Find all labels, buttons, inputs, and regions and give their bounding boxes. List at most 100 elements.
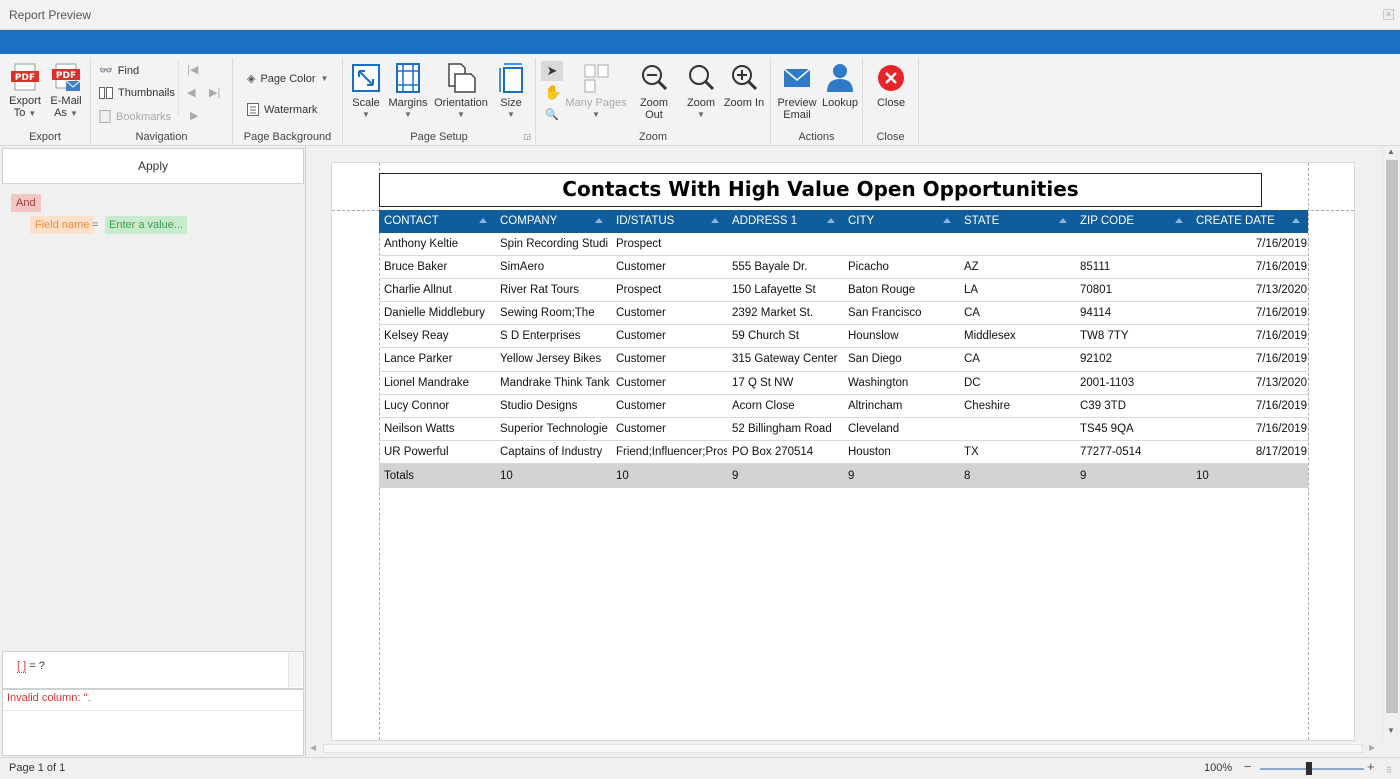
cell-city: Houston xyxy=(848,445,891,458)
many-pages-label: Many Pages xyxy=(565,97,627,109)
sort-arrow-icon[interactable] xyxy=(479,218,487,223)
sort-arrow-icon[interactable] xyxy=(595,218,603,223)
column-header-create-date[interactable]: CREATE DATE xyxy=(1191,210,1308,233)
cell-zip-code: 70801 xyxy=(1080,284,1112,297)
cell-zip-code xyxy=(1075,233,1191,255)
cell-contact: Lance Parker xyxy=(384,353,453,366)
chevron-down-icon: ▼ xyxy=(592,110,600,119)
column-header-label: CREATE DATE xyxy=(1196,215,1275,227)
preview-email-button[interactable]: Preview Email xyxy=(775,62,819,121)
totals-row: Totals 10 10 9 9 8 9 10 xyxy=(379,463,1308,488)
many-pages-button[interactable]: Many Pages ▼ xyxy=(565,62,627,121)
chevron-down-icon: ▼ xyxy=(404,110,412,119)
horizontal-scrollbar[interactable]: ◀ ▶ xyxy=(307,741,1382,756)
filter-expression: [ ] = ? xyxy=(17,660,45,673)
column-header-city[interactable]: CITY xyxy=(843,210,959,233)
close-button[interactable]: Close xyxy=(871,62,911,109)
group-operator-token[interactable]: And xyxy=(11,194,41,212)
sort-arrow-icon[interactable] xyxy=(827,218,835,223)
thumbnails-button[interactable]: Thumbnails xyxy=(99,87,175,99)
column-header-state[interactable]: STATE xyxy=(959,210,1075,233)
cell-company: Mandrake Think Tank xyxy=(500,376,610,389)
totals-cell-contact: Totals xyxy=(384,469,415,482)
lookup-button[interactable]: Lookup xyxy=(821,62,859,109)
cell-address: 2392 Market St. xyxy=(732,307,814,320)
find-button[interactable]: 👓 Find xyxy=(99,64,139,78)
next-page-icon[interactable]: ▶ xyxy=(190,109,198,122)
field-name-token[interactable]: Field name xyxy=(30,216,95,234)
zoom-in-button[interactable]: Zoom In xyxy=(723,62,765,109)
page-color-button[interactable]: ◈ Page Color ▼ xyxy=(247,72,328,86)
svg-text:PDF: PDF xyxy=(56,71,76,81)
email-as-button[interactable]: PDF E-Mail As ▼ xyxy=(48,62,84,120)
sort-arrow-icon[interactable] xyxy=(1059,218,1067,223)
value-token[interactable]: Enter a value... xyxy=(105,216,187,234)
close-group: Close Close xyxy=(863,58,919,144)
vertical-scrollbar[interactable]: ▲ ▼ xyxy=(1382,146,1400,741)
sort-arrow-icon[interactable] xyxy=(711,218,719,223)
navigation-group-caption: Navigation xyxy=(135,131,188,143)
window-close-icon[interactable]: × xyxy=(1383,9,1394,20)
apply-button[interactable]: Apply xyxy=(2,148,304,184)
scroll-thumb[interactable] xyxy=(323,744,1363,753)
chevron-down-icon: ▼ xyxy=(507,110,515,119)
chevron-down-icon: ▼ xyxy=(69,109,78,118)
totals-cell-create-date: 10 xyxy=(1196,469,1209,482)
cell-company: River Rat Tours xyxy=(500,284,580,297)
resize-grip-icon[interactable]: ⠿ xyxy=(1386,766,1392,775)
previous-page-icon[interactable]: ◀ xyxy=(187,86,195,99)
column-header-company[interactable]: COMPANY xyxy=(495,210,611,233)
size-button[interactable]: Size ▼ xyxy=(494,62,528,121)
column-header-id-status[interactable]: ID/STATUS xyxy=(611,210,727,233)
zoom-out-button[interactable]: Zoom Out xyxy=(630,62,678,121)
export-to-button[interactable]: PDF Export To ▼ xyxy=(6,62,44,120)
scroll-down-icon[interactable]: ▼ xyxy=(1387,726,1395,735)
scroll-thumb[interactable] xyxy=(1386,160,1398,713)
column-header-contact[interactable]: CONTACT xyxy=(379,210,495,233)
cell-id-status: Customer xyxy=(616,261,666,274)
filter-expression-box[interactable]: [ ] = ? xyxy=(2,651,304,689)
scroll-up-icon[interactable]: ▲ xyxy=(1387,147,1395,156)
zoom-minus-icon[interactable]: − xyxy=(1244,759,1252,774)
filter-panel: Apply And Field name = Enter a value... … xyxy=(0,146,306,756)
pointer-icon[interactable]: ➤ xyxy=(541,61,563,81)
zoom-button[interactable]: Zoom ▼ xyxy=(683,62,719,121)
cell-state: CA xyxy=(964,353,980,366)
first-page-icon[interactable]: |◀ xyxy=(187,63,198,76)
zoom-plus-icon[interactable]: + xyxy=(1367,759,1375,774)
cell-address: 17 Q St NW xyxy=(732,376,794,389)
scroll-left-icon[interactable]: ◀ xyxy=(310,743,316,752)
magnifier-tool-icon[interactable]: 🔍 xyxy=(545,108,559,121)
error-box: Invalid column: ''. xyxy=(2,689,304,756)
hand-tool-icon[interactable]: ✋ xyxy=(544,84,561,101)
scroll-right-icon[interactable]: ▶ xyxy=(1369,743,1375,752)
zoom-slider-track[interactable] xyxy=(1260,768,1364,770)
actions-group-caption: Actions xyxy=(798,131,835,143)
cell-company: Spin Recording Studi xyxy=(500,238,609,250)
operator-token[interactable]: = xyxy=(92,216,98,234)
cell-contact: Bruce Baker xyxy=(384,261,448,274)
cell-zip-code: TW8 7TY xyxy=(1080,330,1129,343)
column-header-address[interactable]: ADDRESS 1 xyxy=(727,210,843,233)
totals-cell-company: 10 xyxy=(500,469,513,482)
watermark-button[interactable]: Watermark xyxy=(247,103,317,116)
totals-cell-address: 9 xyxy=(732,469,739,482)
cell-address: 52 Billingham Road xyxy=(732,422,832,435)
sort-arrow-icon[interactable] xyxy=(1292,218,1300,223)
orientation-button[interactable]: Orientation ▼ xyxy=(433,62,489,121)
sort-arrow-icon[interactable] xyxy=(1175,218,1183,223)
margins-button[interactable]: Margins ▼ xyxy=(388,62,428,121)
zoom-slider-thumb[interactable] xyxy=(1305,762,1312,775)
sort-arrow-icon[interactable] xyxy=(943,218,951,223)
last-page-icon[interactable]: ▶| xyxy=(209,86,220,99)
expression-scrollbar[interactable] xyxy=(288,653,302,687)
cell-state xyxy=(959,233,1075,255)
cell-state: AZ xyxy=(964,261,979,274)
column-header-zip-code[interactable]: ZIP CODE xyxy=(1075,210,1191,233)
cell-city: Baton Rouge xyxy=(848,284,916,297)
bookmarks-button[interactable]: Bookmarks xyxy=(99,110,171,123)
cell-contact: Anthony Keltie xyxy=(384,238,459,250)
cell-city: Picacho xyxy=(848,261,889,274)
export-to-label-1: Export xyxy=(9,95,41,107)
scale-button[interactable]: Scale ▼ xyxy=(349,62,383,121)
